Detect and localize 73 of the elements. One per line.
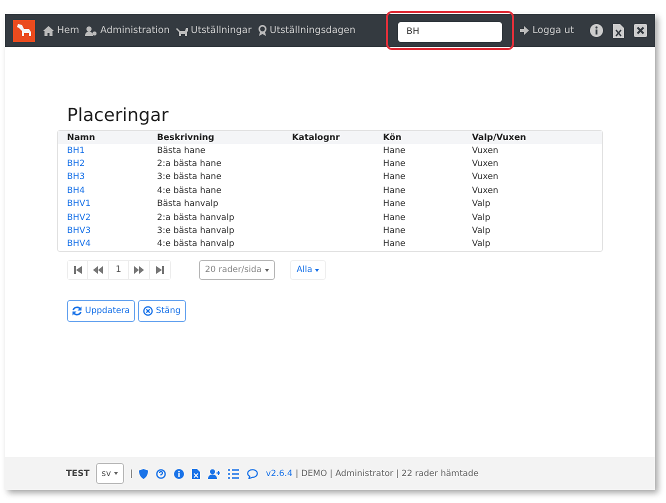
sign-out-icon <box>520 26 530 35</box>
circle-x-icon <box>142 306 153 316</box>
table-cell-text: Vuxen <box>471 186 500 196</box>
nav-link[interactable]: Hem <box>43 25 80 36</box>
table-cell-text: 3:e bästa hanvalp <box>156 226 236 236</box>
nav-link[interactable]: Utställningsdagen <box>258 25 356 36</box>
info-icon[interactable] <box>174 468 184 478</box>
table-cell-text: 2:a bästa hane <box>156 159 222 170</box>
fast-forward-icon <box>134 266 144 274</box>
nav-link[interactable]: Utställningar <box>176 25 252 36</box>
close-button[interactable]: Stäng <box>138 300 186 322</box>
close-icon[interactable] <box>634 24 647 37</box>
refresh-button[interactable]: Uppdatera <box>67 300 135 322</box>
column-header: Namn <box>66 132 96 142</box>
page-size-dropdown[interactable]: 20 rader/sida <box>199 260 275 280</box>
shield-icon[interactable] <box>138 468 148 478</box>
award-icon <box>258 25 267 36</box>
dog-icon <box>176 26 188 36</box>
info-icon[interactable] <box>590 24 603 37</box>
language-dropdown[interactable]: sv <box>96 463 124 484</box>
table-cell-text: Valp <box>471 199 492 210</box>
table-cell-text: Vuxen <box>471 146 500 156</box>
divider-text: | <box>130 468 133 478</box>
help-icon[interactable] <box>156 468 166 478</box>
page-title: Placeringar <box>67 105 170 126</box>
dog-logo-icon[interactable] <box>13 20 35 42</box>
table-cell-text: 3:e bästa hane <box>156 172 222 182</box>
table-cell-text: Valp <box>471 226 492 236</box>
table-cell-text: Hane <box>382 159 406 170</box>
table-cell-text: Hane <box>382 239 406 250</box>
name-link[interactable]: BHV1 <box>67 199 91 210</box>
table-cell-text: Valp <box>471 212 492 223</box>
table-cell-text: Hane <box>382 186 406 196</box>
version-link[interactable]: v2.6.4 <box>266 468 293 478</box>
table-cell-text: 4:e bästa hanvalp <box>156 239 236 250</box>
first-page-icon <box>74 266 82 274</box>
table-cell-text: 4:e bästa hane <box>156 186 222 196</box>
first-page-button[interactable] <box>68 261 88 280</box>
nav-link[interactable]: Administration <box>85 25 170 36</box>
table-cell-text: Hane <box>382 212 406 223</box>
rewind-icon <box>93 266 103 274</box>
logout-link[interactable]: Logga ut <box>520 25 574 36</box>
list-icon[interactable] <box>228 468 239 478</box>
table-cell-text: Valp <box>471 239 492 250</box>
column-header: Kön <box>382 132 403 142</box>
name-link[interactable]: BH2 <box>67 159 85 170</box>
status-text: | DEMO | Administrator | 22 rader hämtade <box>296 468 479 478</box>
table-cell-text: Bästa hane <box>156 146 206 156</box>
environment-label: TEST <box>66 468 90 478</box>
last-page-icon <box>156 266 164 274</box>
add-user-icon[interactable] <box>208 468 220 478</box>
name-link[interactable]: BH3 <box>67 172 85 182</box>
column-header: Katalognr <box>291 132 341 142</box>
filter-dropdown[interactable]: Alla <box>290 260 326 280</box>
column-header: Valp/Vuxen <box>471 132 528 142</box>
name-link[interactable]: BHV2 <box>67 212 91 223</box>
name-link[interactable]: BHV3 <box>67 226 91 236</box>
column-header: Beskrivning <box>156 132 216 142</box>
search-field[interactable]: BH <box>398 22 502 42</box>
table-cell-text: Hane <box>382 199 406 210</box>
name-link[interactable]: BH4 <box>67 186 85 196</box>
table-cell-text: Hane <box>382 226 406 236</box>
table-cell-text: Vuxen <box>471 172 500 182</box>
table-cell-text: Vuxen <box>471 159 500 170</box>
table-cell-text: Hane <box>382 146 406 156</box>
refresh-icon <box>72 306 82 316</box>
table-cell-text: 2:a bästa hanvalp <box>156 212 236 223</box>
home-icon <box>43 26 54 36</box>
name-link[interactable]: BH1 <box>67 146 85 156</box>
table-cell-text: Hane <box>382 172 406 182</box>
table-cell-text: Bästa hanvalp <box>156 199 220 210</box>
chat-icon[interactable] <box>246 468 258 478</box>
name-link[interactable]: BHV4 <box>67 239 91 250</box>
